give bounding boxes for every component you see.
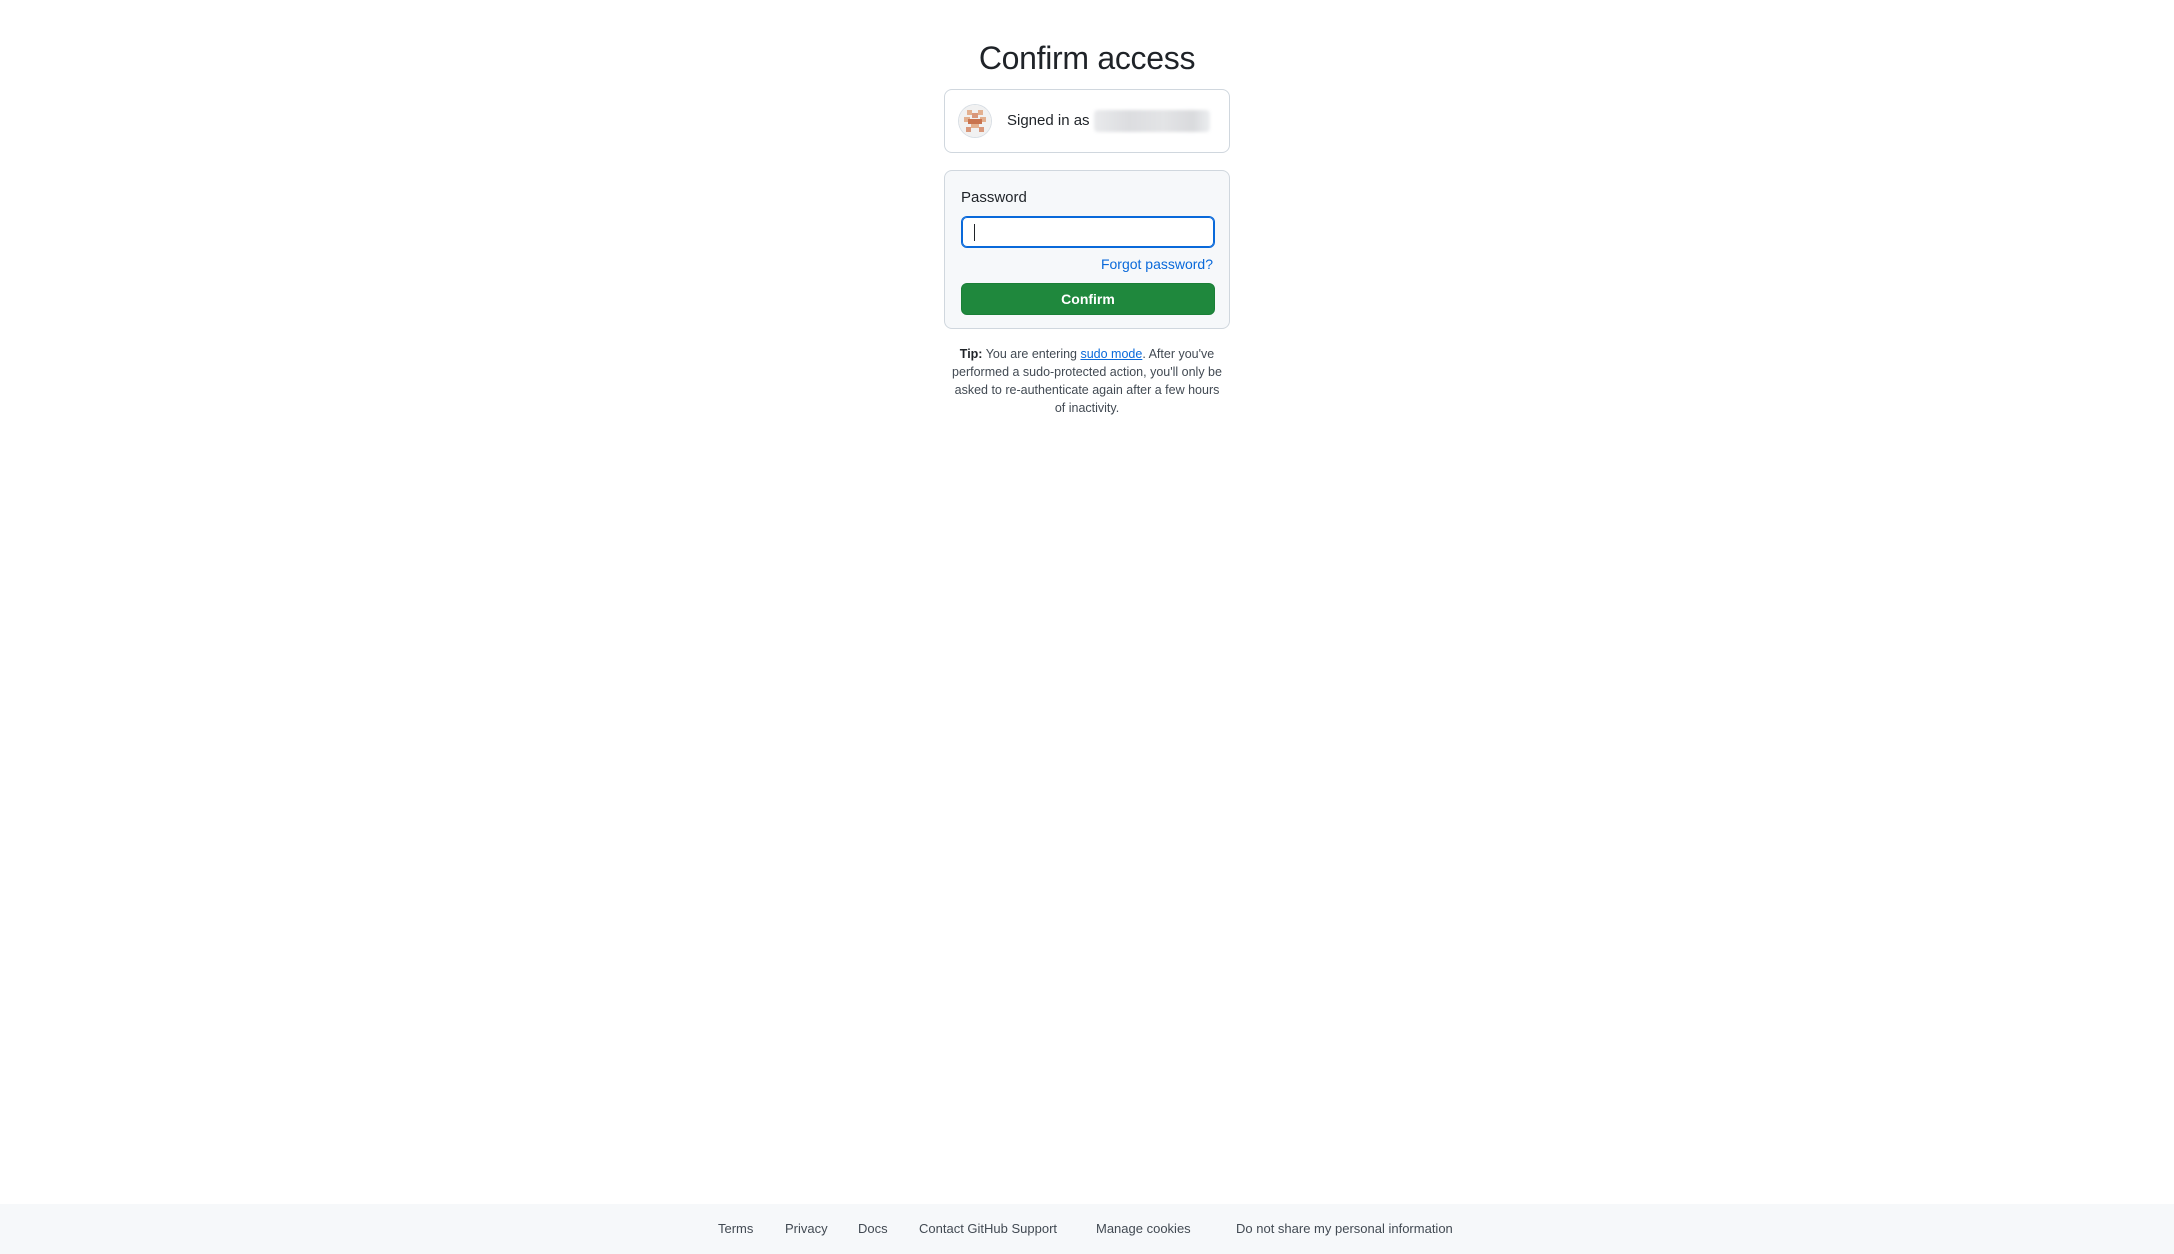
password-input[interactable] [961,216,1215,248]
footer: Terms Privacy Docs Contact GitHub Suppor… [0,1204,2174,1254]
signed-in-box: Signed in as [944,89,1230,153]
identicon-icon [959,105,991,137]
footer-link-contact-support[interactable]: Contact GitHub Support [919,1221,1057,1237]
avatar [959,105,991,137]
password-form: Password Forgot password? Confirm [944,170,1230,329]
redacted-username [1093,110,1210,132]
text-caret [974,224,975,241]
password-label: Password [961,189,1027,206]
main-content: Confirm access Signed in as Password For… [0,0,2174,417]
signed-in-text: Signed in as [1007,110,1210,132]
forgot-password-row: Forgot password? [961,254,1213,274]
signed-in-label: Signed in as [1007,111,1090,129]
confirm-button[interactable]: Confirm [961,283,1215,315]
footer-link-do-not-share[interactable]: Do not share my personal information [1236,1221,1453,1237]
tip-text-before: You are entering [982,347,1081,361]
page-title: Confirm access [978,40,1196,76]
footer-link-manage-cookies[interactable]: Manage cookies [1096,1221,1191,1237]
confirm-access-page: Confirm access Signed in as Password For… [0,0,2174,1254]
footer-link-privacy[interactable]: Privacy [785,1221,828,1237]
sudo-mode-link[interactable]: sudo mode [1080,347,1142,361]
footer-link-docs[interactable]: Docs [858,1221,888,1237]
forgot-password-link[interactable]: Forgot password? [1101,256,1213,272]
sudo-tip: Tip: You are entering sudo mode. After y… [952,345,1222,417]
footer-link-terms[interactable]: Terms [718,1221,753,1237]
tip-prefix: Tip: [959,347,983,361]
